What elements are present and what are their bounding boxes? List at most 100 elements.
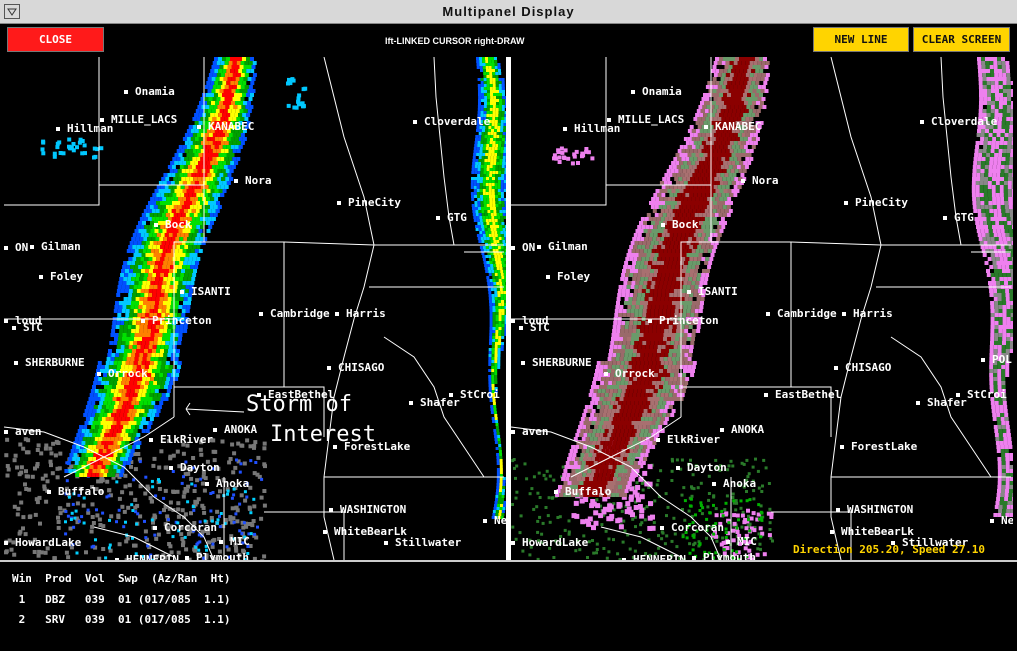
city-name: Anoka — [723, 477, 757, 490]
city-name: Plymouth — [196, 551, 249, 560]
city-name: Anoka — [216, 477, 250, 490]
city-name: ON — [522, 241, 536, 254]
city-name: Buffalo — [58, 485, 105, 498]
city-marker-icon — [511, 246, 515, 250]
city-name: PineCity — [855, 196, 908, 209]
city-label: GTG — [436, 211, 467, 224]
city-name: ForestLake — [851, 440, 918, 453]
city-marker-icon — [483, 519, 487, 523]
city-marker-icon — [563, 127, 567, 131]
city-label: Plymouth — [185, 551, 249, 560]
city-marker-icon — [197, 125, 201, 129]
city-name: GTG — [447, 211, 467, 224]
city-marker-icon — [554, 490, 558, 494]
city-name: Gilman — [548, 240, 588, 253]
annotation-line-2: Interest — [270, 422, 376, 447]
city-marker-icon — [436, 216, 440, 220]
city-marker-icon — [153, 526, 157, 530]
city-name: Buffalo — [565, 485, 612, 498]
city-label: Bock — [661, 218, 699, 231]
city-name: MIC — [230, 535, 250, 548]
city-name: Hillman — [67, 122, 114, 135]
city-label: Corcoran — [153, 521, 217, 534]
city-name: WASHINGTON — [340, 503, 407, 516]
radar-clutter — [40, 137, 104, 160]
city-name: MILLE_LACS — [111, 113, 178, 126]
city-name: Cambridge — [777, 307, 837, 320]
city-name: KANABEC — [715, 120, 762, 133]
city-label: Bock — [154, 218, 192, 231]
close-button[interactable]: CLOSE — [7, 27, 104, 52]
clear-screen-button[interactable]: CLEAR SCREEN — [913, 27, 1010, 52]
city-name: SHERBURNE — [25, 356, 85, 369]
city-name: HowardLake — [15, 536, 82, 549]
city-label: Orrock — [604, 367, 655, 380]
city-name: Foley — [50, 270, 84, 283]
city-label: HENNEPIN — [115, 553, 179, 560]
city-label: Shafer — [916, 396, 967, 409]
city-name: Bock — [672, 218, 699, 231]
table-header: Win Prod Vol Swp (Az/Ran Ht) — [12, 572, 231, 585]
city-marker-icon — [990, 519, 994, 523]
city-label: Harris — [335, 307, 386, 320]
city-name: Harris — [346, 307, 386, 320]
city-marker-icon — [656, 438, 660, 442]
city-marker-icon — [840, 445, 844, 449]
city-name: MILLE_LACS — [618, 113, 685, 126]
city-name: Orrock — [108, 367, 148, 380]
city-name: Princeton — [659, 314, 719, 327]
city-name: Cambridge — [270, 307, 330, 320]
radar-clutter — [552, 146, 595, 166]
city-name: CHISAGO — [845, 361, 892, 374]
city-label: WASHINGTON — [329, 503, 406, 516]
city-marker-icon — [205, 482, 209, 486]
city-name: Plymouth — [703, 551, 756, 560]
city-label: Buffalo — [554, 485, 611, 498]
city-marker-icon — [154, 223, 158, 227]
city-label: SHERBURNE — [14, 356, 85, 369]
city-label: PineCity — [844, 196, 908, 209]
city-name: Dayton — [180, 461, 220, 474]
city-marker-icon — [519, 326, 523, 330]
window-title: Multipanel Display — [442, 4, 575, 19]
annotation-arrow-icon — [185, 402, 245, 416]
city-marker-icon — [537, 245, 541, 249]
city-label: KANABEC — [704, 120, 761, 133]
city-label: CHISAGO — [327, 361, 384, 374]
table-row: 1 DBZ 039 01 (017/085 1.1) — [12, 593, 231, 606]
city-label: Ne — [483, 514, 506, 527]
city-name: Ne — [494, 514, 506, 527]
city-label: STC — [519, 321, 550, 334]
city-name: Nora — [752, 174, 779, 187]
radar-panel-reflectivity[interactable]: Onamia MILLE_LACS Hillman KANABEC Cloverdale… — [4, 57, 506, 560]
city-marker-icon — [234, 179, 238, 183]
cursor-hint: lft-LINKED CURSOR right-DRAW — [385, 36, 525, 46]
city-label: STC — [12, 321, 43, 334]
city-name: SHERBURNE — [532, 356, 592, 369]
city-label: Dayton — [169, 461, 220, 474]
city-label: HENNEPIN — [622, 553, 686, 560]
annotation-line-1: Storm of — [246, 392, 352, 417]
city-label: Harris — [842, 307, 893, 320]
city-marker-icon — [604, 372, 608, 376]
city-label: Hillman — [563, 122, 620, 135]
city-label: Princeton — [648, 314, 719, 327]
table-row: 2 SRV 039 01 (017/085 1.1) — [12, 613, 231, 626]
city-marker-icon — [687, 290, 691, 294]
city-name: CHISAGO — [338, 361, 385, 374]
city-marker-icon — [329, 508, 333, 512]
city-label: ON — [511, 241, 535, 254]
city-name: Onamia — [642, 85, 682, 98]
city-name: Orrock — [615, 367, 655, 380]
city-marker-icon — [409, 401, 413, 405]
new-line-button[interactable]: NEW LINE — [813, 27, 909, 52]
city-marker-icon — [4, 541, 8, 545]
city-label: aven — [4, 425, 42, 438]
city-marker-icon — [836, 508, 840, 512]
city-label: Foley — [39, 270, 83, 283]
city-label: Cloverdale — [413, 115, 490, 128]
city-label: Ne — [990, 514, 1013, 527]
radar-panel-velocity[interactable]: Onamia MILLE_LACS Hillman KANABEC Cloverdale… — [511, 57, 1013, 560]
city-label: Nora — [234, 174, 272, 187]
city-marker-icon — [4, 430, 8, 434]
